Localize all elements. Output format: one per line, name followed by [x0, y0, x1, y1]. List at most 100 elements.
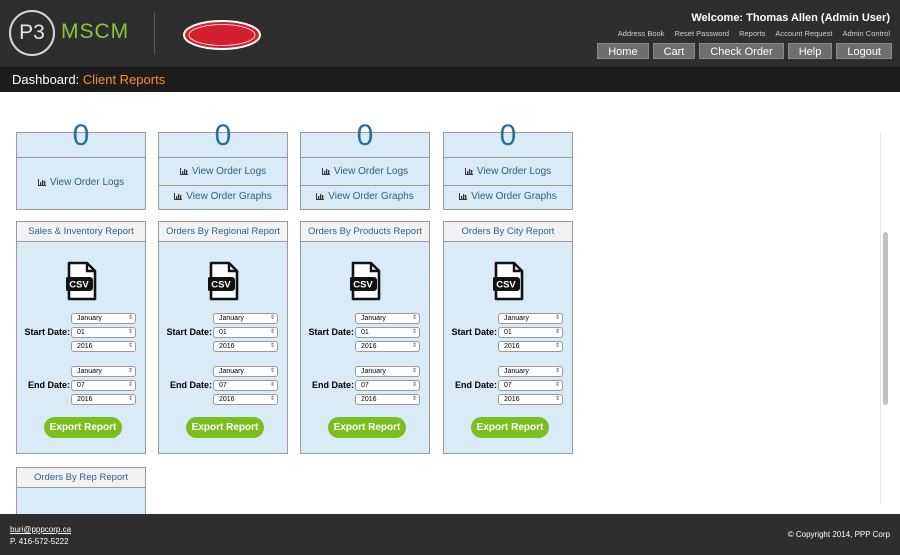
- start-day-select[interactable]: 01 ⇕: [71, 327, 136, 338]
- order-summary-card-3: 0 View Order Logs View Order Graphs: [300, 119, 430, 210]
- content-area[interactable]: 0 View Order Logs 0 View Order Logs View…: [0, 92, 900, 514]
- link-admin-control[interactable]: Admin Control: [842, 29, 890, 38]
- bar-chart-icon: [459, 193, 468, 200]
- end-year-select[interactable]: 2016 ⇕: [213, 394, 278, 405]
- chevron-updown-icon: ⇕: [411, 368, 417, 374]
- link-reset-password[interactable]: Reset Password: [674, 29, 729, 38]
- end-month-select[interactable]: January ⇕: [213, 366, 278, 377]
- view-order-logs-link[interactable]: View Order Logs: [159, 166, 287, 177]
- report-card-title: Orders By Products Report: [301, 222, 429, 242]
- view-order-graphs-label: View Order Graphs: [471, 191, 557, 202]
- footer-email-link[interactable]: buri@pppcorp.ca: [10, 525, 71, 534]
- end-year-select[interactable]: 2016 ⇕: [355, 394, 420, 405]
- end-month-value: January: [219, 368, 244, 375]
- start-year-select[interactable]: 2016 ⇕: [213, 341, 278, 352]
- home-button[interactable]: Home: [597, 43, 649, 59]
- bar-chart-icon: [179, 168, 188, 175]
- start-month-select[interactable]: January ⇕: [355, 313, 420, 324]
- report-card-regional: Orders By Regional Report CSV January ⇕ S…: [158, 221, 288, 454]
- svg-text:CSV: CSV: [496, 280, 516, 291]
- barilla-logo: [183, 20, 261, 50]
- scrollbar[interactable]: [880, 133, 889, 504]
- start-day-value: 01: [361, 329, 369, 336]
- end-day-select[interactable]: 07 ⇕: [213, 380, 278, 391]
- order-count: 0: [356, 119, 374, 152]
- export-report-button[interactable]: Export Report: [328, 417, 406, 438]
- chevron-updown-icon: ⇕: [127, 382, 133, 388]
- start-month-value: January: [504, 315, 529, 322]
- end-day-select[interactable]: 07 ⇕: [355, 380, 420, 391]
- bar-chart-icon: [174, 193, 183, 200]
- export-report-button[interactable]: Export Report: [186, 417, 264, 438]
- start-year-select[interactable]: 2016 ⇕: [71, 341, 136, 352]
- end-year-value: 2016: [361, 396, 377, 403]
- chevron-updown-icon: ⇕: [554, 315, 560, 321]
- nav-buttons: Home Cart Check Order Help Logout: [597, 43, 892, 59]
- scrollbar-thumb[interactable]: [883, 232, 888, 405]
- start-month-select[interactable]: January ⇕: [213, 313, 278, 324]
- svg-text:CSV: CSV: [353, 280, 373, 291]
- start-year-value: 2016: [219, 343, 235, 350]
- start-year-select[interactable]: 2016 ⇕: [355, 341, 420, 352]
- end-year-select[interactable]: 2016 ⇕: [71, 394, 136, 405]
- end-month-value: January: [504, 368, 529, 375]
- title-prefix: Dashboard:: [12, 72, 83, 87]
- report-card-products: Orders By Products Report CSV January ⇕ S…: [300, 221, 430, 454]
- start-month-value: January: [361, 315, 386, 322]
- start-day-select[interactable]: 01 ⇕: [498, 327, 563, 338]
- view-order-logs-link[interactable]: View Order Logs: [17, 177, 145, 188]
- page-title: Dashboard: Client Reports: [12, 72, 165, 87]
- end-month-select[interactable]: January ⇕: [71, 366, 136, 377]
- start-month-select[interactable]: January ⇕: [498, 313, 563, 324]
- chevron-updown-icon: ⇕: [554, 343, 560, 349]
- chevron-updown-icon: ⇕: [269, 368, 275, 374]
- start-day-select[interactable]: 01 ⇕: [355, 327, 420, 338]
- start-date-label: Start Date:: [24, 327, 70, 337]
- logo-mscm[interactable]: MSCM: [61, 20, 129, 44]
- title-bar: Dashboard: Client Reports: [0, 67, 900, 92]
- start-month-value: January: [219, 315, 244, 322]
- start-year-select[interactable]: 2016 ⇕: [498, 341, 563, 352]
- link-address-book[interactable]: Address Book: [618, 29, 665, 38]
- logout-button[interactable]: Logout: [836, 43, 892, 59]
- end-month-value: January: [361, 368, 386, 375]
- start-day-select[interactable]: 01 ⇕: [213, 327, 278, 338]
- card-divider: [17, 157, 145, 158]
- end-date-label: End Date:: [311, 380, 354, 390]
- help-button[interactable]: Help: [787, 43, 833, 59]
- view-order-graphs-link[interactable]: View Order Graphs: [159, 191, 287, 202]
- report-card-sales-inventory: Sales & Inventory Report CSV January ⇕ St…: [16, 221, 146, 454]
- logo-p3[interactable]: P3: [9, 10, 55, 56]
- start-date-label: Start Date:: [166, 327, 212, 337]
- report-card-title: Orders By Regional Report: [159, 222, 287, 242]
- order-count: 0: [499, 119, 517, 152]
- end-day-select[interactable]: 07 ⇕: [498, 380, 563, 391]
- export-report-button[interactable]: Export Report: [471, 417, 549, 438]
- cart-button[interactable]: Cart: [652, 43, 696, 59]
- chevron-updown-icon: ⇕: [269, 329, 275, 335]
- view-order-graphs-link[interactable]: View Order Graphs: [444, 191, 572, 202]
- export-report-button[interactable]: Export Report: [44, 417, 122, 438]
- start-month-value: January: [77, 315, 102, 322]
- link-reports[interactable]: Reports: [739, 29, 765, 38]
- view-order-graphs-link[interactable]: View Order Graphs: [301, 191, 429, 202]
- bar-chart-icon: [464, 168, 473, 175]
- view-order-logs-label: View Order Logs: [333, 166, 409, 177]
- end-year-value: 2016: [77, 396, 93, 403]
- start-year-value: 2016: [361, 343, 377, 350]
- start-day-value: 01: [77, 329, 85, 336]
- end-day-select[interactable]: 07 ⇕: [71, 380, 136, 391]
- view-order-logs-label: View Order Logs: [191, 166, 267, 177]
- card-divider: [301, 185, 429, 186]
- end-day-value: 07: [77, 382, 85, 389]
- card-divider: [444, 185, 572, 186]
- view-order-logs-link[interactable]: View Order Logs: [301, 166, 429, 177]
- view-order-logs-link[interactable]: View Order Logs: [444, 166, 572, 177]
- end-month-select[interactable]: January ⇕: [355, 366, 420, 377]
- link-account-request[interactable]: Account Request: [775, 29, 832, 38]
- check-order-button[interactable]: Check Order: [699, 43, 784, 59]
- start-month-select[interactable]: January ⇕: [71, 313, 136, 324]
- end-month-select[interactable]: January ⇕: [498, 366, 563, 377]
- chevron-updown-icon: ⇕: [554, 396, 560, 402]
- end-year-select[interactable]: 2016 ⇕: [498, 394, 563, 405]
